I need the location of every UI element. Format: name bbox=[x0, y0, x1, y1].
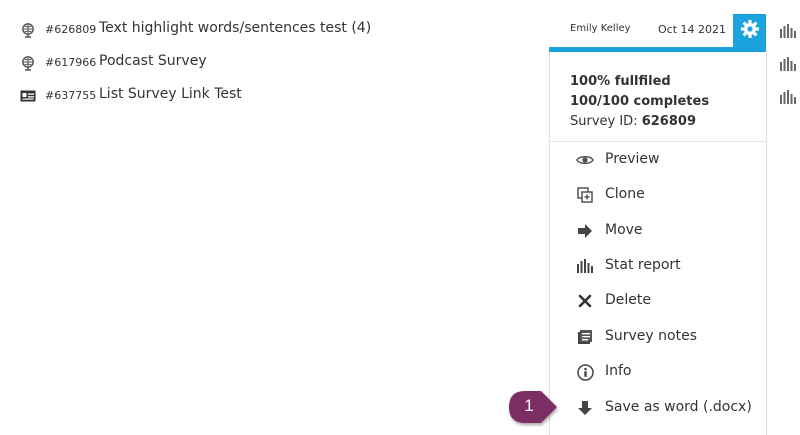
settings-button[interactable] bbox=[733, 14, 766, 48]
menu-item-move[interactable]: Move bbox=[550, 213, 766, 248]
bar-chart-icon bbox=[576, 257, 594, 275]
survey-owner: Emily Kelley bbox=[570, 23, 631, 34]
bar-chart-icon[interactable] bbox=[780, 23, 796, 38]
menu-item-label: Save as word (.docx) bbox=[605, 399, 752, 415]
survey-id: #626809 bbox=[45, 23, 97, 36]
menu-item-label: Survey notes bbox=[605, 328, 697, 344]
menu-item-label: Info bbox=[605, 363, 632, 379]
menu-item-delete[interactable]: Delete bbox=[550, 283, 766, 318]
id-card-icon bbox=[20, 88, 36, 104]
survey-id-value: 626809 bbox=[641, 114, 696, 129]
arrow-right-icon bbox=[576, 222, 594, 240]
menu-item-clone[interactable]: Clone bbox=[550, 177, 766, 212]
menu-item-save-as-word[interactable]: Save as word (.docx) bbox=[550, 390, 766, 425]
globe-icon bbox=[20, 55, 36, 71]
survey-id-line: Survey ID: 626809 bbox=[570, 112, 709, 132]
callout-number: 1 bbox=[524, 396, 534, 415]
eye-icon bbox=[576, 151, 594, 169]
menu-item-label: Stat report bbox=[605, 257, 681, 273]
step-callout: 1 bbox=[505, 387, 561, 427]
bar-chart-icon[interactable] bbox=[780, 56, 796, 71]
arrow-down-icon bbox=[576, 399, 594, 417]
survey-row[interactable]: #637755 List Survey Link Test bbox=[0, 82, 540, 110]
menu-item-label: Clone bbox=[605, 186, 645, 202]
fulfilled-status: 100% fullfiled bbox=[570, 74, 671, 89]
survey-id: #637755 bbox=[45, 89, 97, 102]
menu-item-preview[interactable]: Preview bbox=[550, 142, 766, 177]
survey-title[interactable]: Podcast Survey bbox=[99, 53, 207, 69]
completes-count: 100/100 completes bbox=[570, 94, 710, 109]
bar-chart-icon[interactable] bbox=[780, 89, 796, 104]
survey-id: #617966 bbox=[45, 56, 97, 69]
survey-row[interactable]: #626809 Text highlight words/sentences t… bbox=[0, 16, 540, 44]
close-icon bbox=[576, 292, 594, 310]
survey-row[interactable]: #617966 Podcast Survey bbox=[0, 49, 540, 77]
survey-id-label: Survey ID: bbox=[570, 114, 638, 129]
clone-icon bbox=[576, 186, 594, 204]
survey-title[interactable]: List Survey Link Test bbox=[99, 86, 242, 102]
globe-icon bbox=[20, 22, 36, 38]
menu-item-info[interactable]: Info bbox=[550, 354, 766, 389]
menu-item-stat-report[interactable]: Stat report bbox=[550, 248, 766, 283]
menu-item-label: Preview bbox=[605, 151, 660, 167]
survey-title[interactable]: Text highlight words/sentences test (4) bbox=[99, 20, 371, 36]
notes-icon bbox=[576, 328, 594, 346]
survey-date: Oct 14 2021 bbox=[658, 23, 727, 36]
gear-icon bbox=[740, 19, 760, 43]
survey-actions-dropdown: 100% fullfiled 100/100 completes Survey … bbox=[549, 52, 767, 435]
menu-item-label: Move bbox=[605, 222, 643, 238]
menu-item-survey-notes[interactable]: Survey notes bbox=[550, 319, 766, 354]
info-icon bbox=[576, 363, 594, 381]
survey-summary: 100% fullfiled 100/100 completes Survey … bbox=[570, 72, 709, 132]
menu-item-label: Delete bbox=[605, 292, 651, 308]
